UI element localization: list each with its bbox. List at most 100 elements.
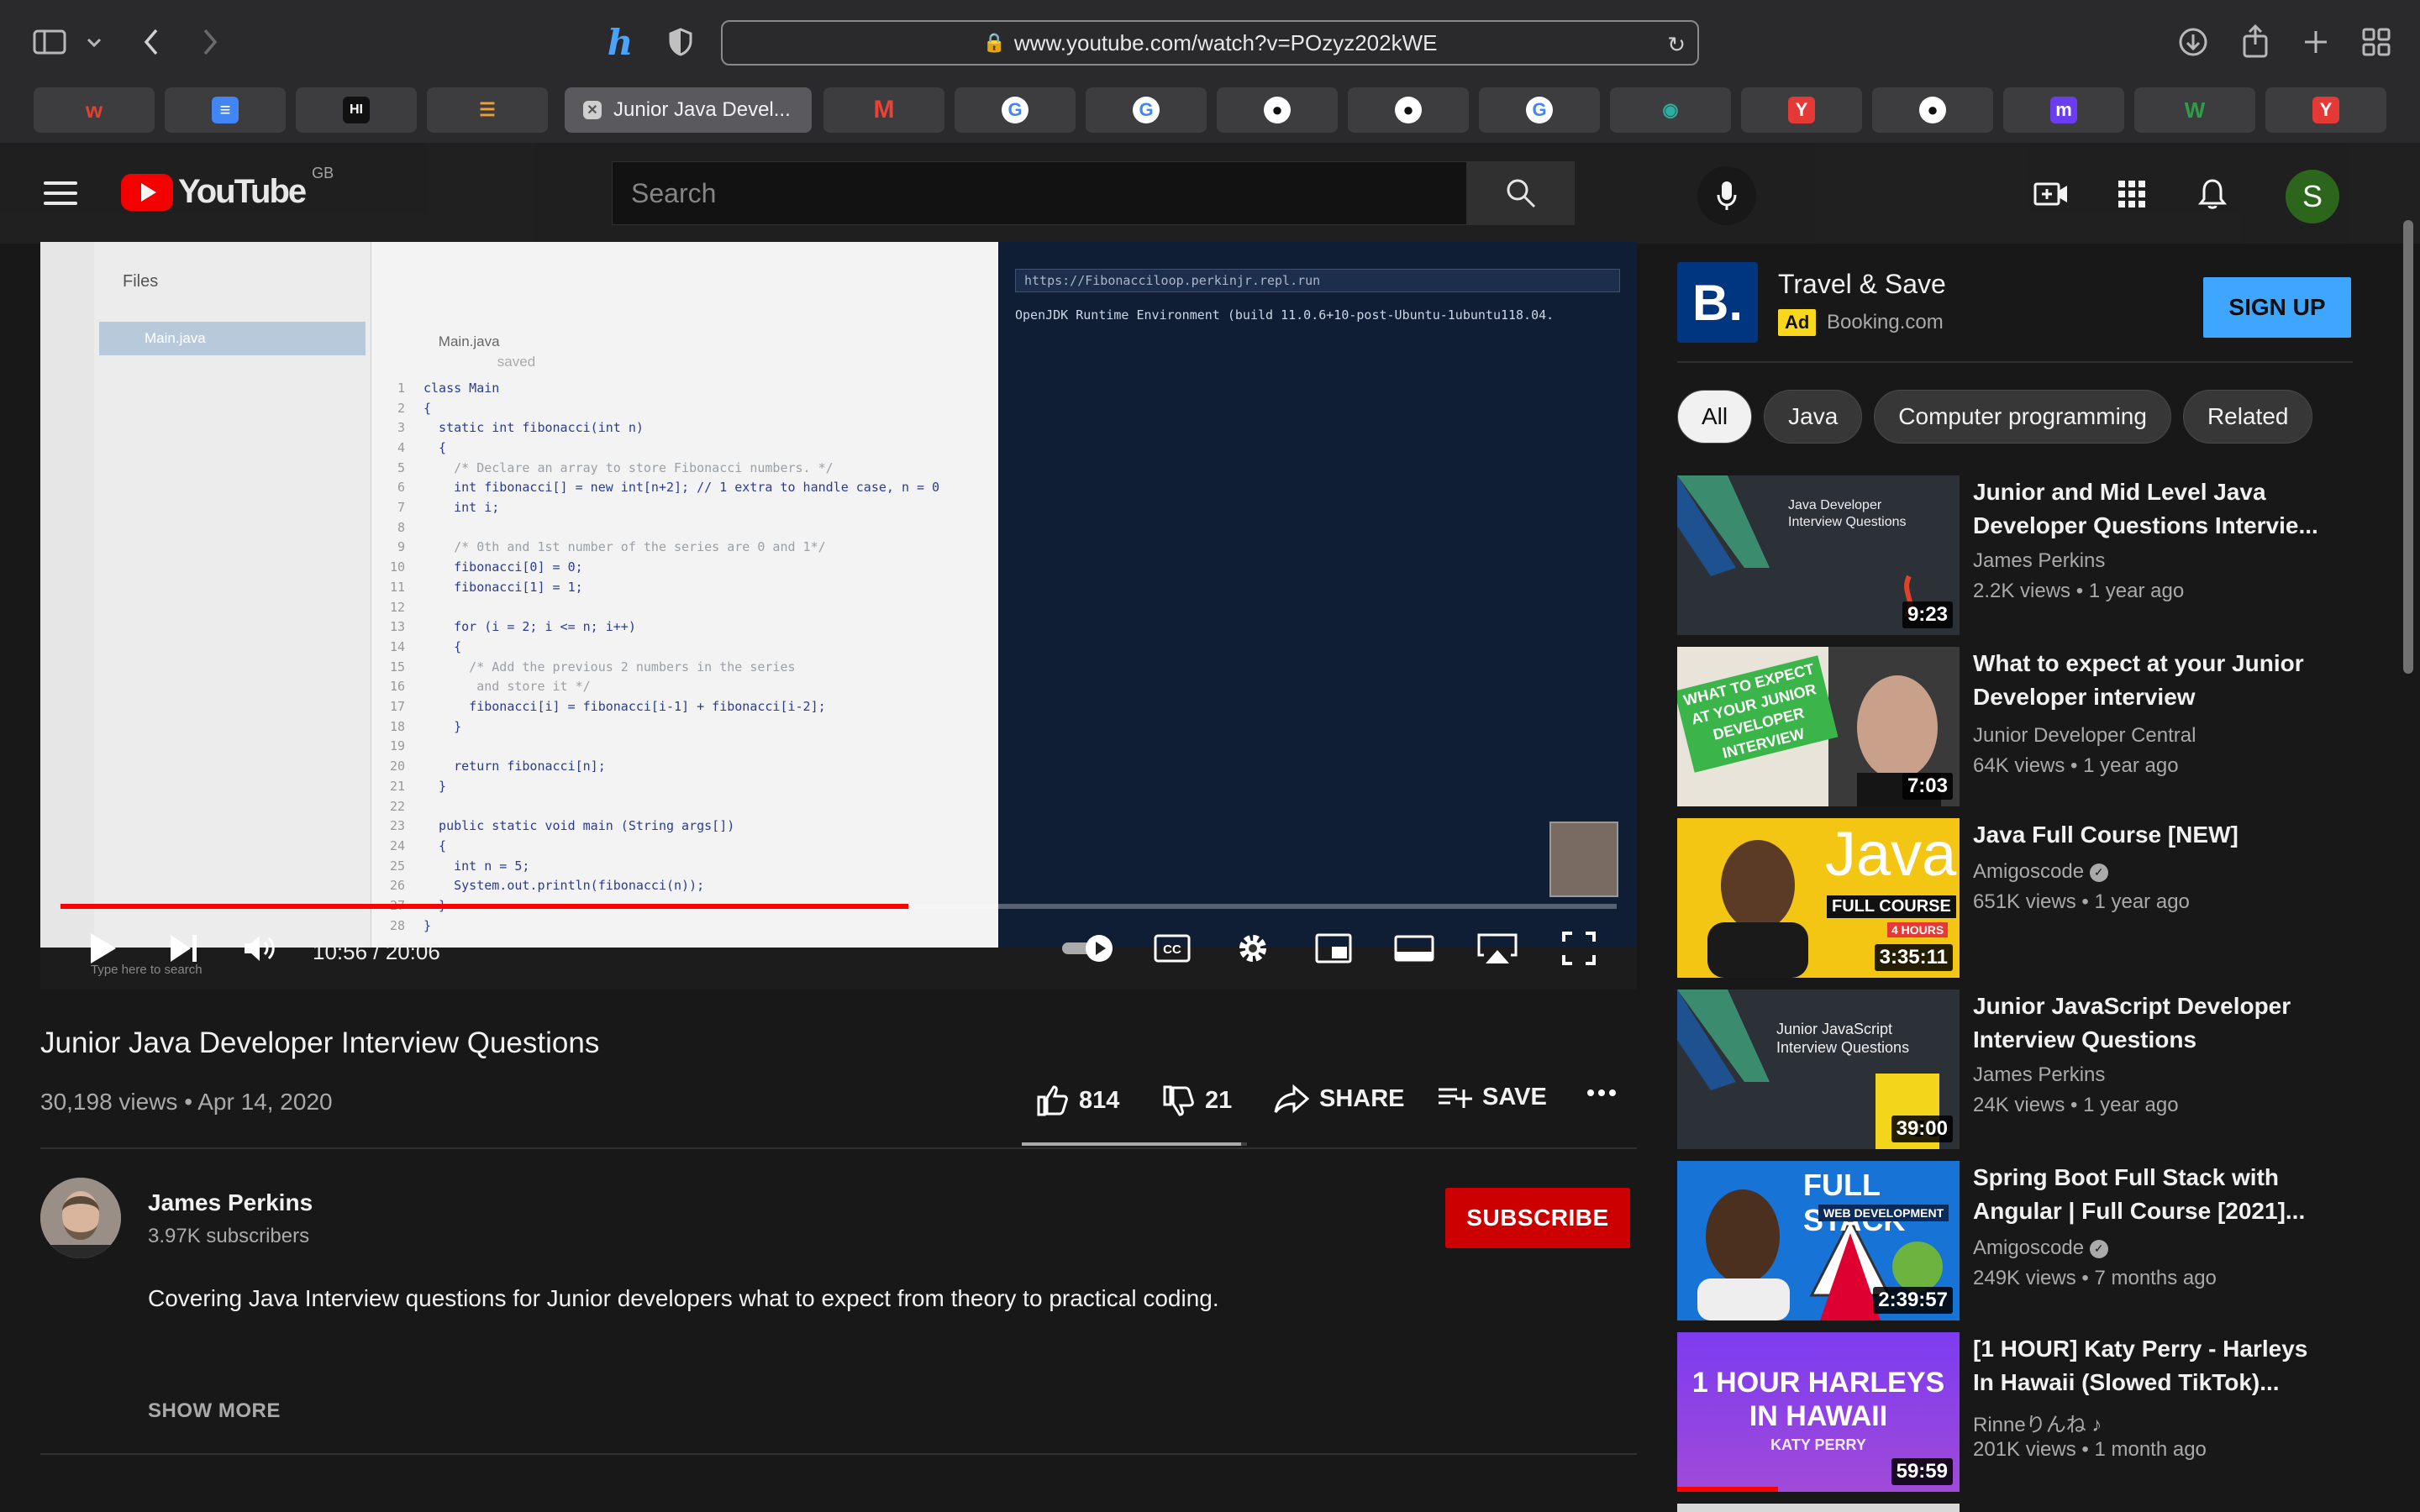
youtube-logo[interactable]: YouTube GB — [121, 165, 334, 211]
next-thumbnail-partial — [1677, 1504, 1960, 1512]
like-button[interactable]: 814 — [1035, 1084, 1119, 1117]
recommended-video[interactable]: Java Developer Interview Questions 9:23 … — [1677, 475, 2353, 635]
video-thumbnail[interactable]: Java FULL COURSE 4 HOURS 3:35:11 — [1677, 818, 1960, 978]
video-thumbnail[interactable]: Junior JavaScript Interview Questions JS… — [1677, 990, 1960, 1149]
voice-search-button[interactable] — [1697, 166, 1756, 225]
close-tab-icon[interactable]: ✕ — [583, 101, 602, 119]
recommended-video[interactable]: 1 HOUR HARLEYS IN HAWAII KATY PERRY 59:5… — [1677, 1332, 2353, 1492]
search-input[interactable] — [613, 162, 1466, 224]
tab-sol[interactable]: ☰ — [427, 87, 548, 133]
tab-github-1[interactable]: ● — [1217, 87, 1338, 133]
w-favicon-icon: w — [85, 97, 103, 123]
settings-button[interactable] — [1232, 927, 1274, 969]
region-label: GB — [312, 165, 334, 181]
video-title[interactable]: Junior JavaScript Developer Interview Qu… — [1973, 990, 2326, 1057]
tab-m[interactable]: m — [2003, 87, 2124, 133]
thumbnail-text: Java — [1825, 819, 1957, 889]
sidebar-toggle-icon[interactable] — [32, 25, 67, 59]
privacy-shield-icon[interactable] — [664, 25, 697, 59]
channel-name[interactable]: James Perkins — [1973, 1063, 2105, 1087]
channel-name[interactable]: Junior Developer Central — [1973, 724, 2196, 748]
video-player[interactable]: Files Main.java Main.java saved 1 class M… — [40, 242, 1637, 990]
chip-java[interactable]: Java — [1764, 390, 1863, 444]
tab-gh[interactable]: ● — [1872, 87, 1993, 133]
progress-bar[interactable] — [60, 904, 1617, 909]
dislike-button[interactable]: 21 — [1161, 1084, 1232, 1117]
tab-w[interactable]: w — [34, 87, 155, 133]
show-more-button[interactable]: SHOW MORE — [148, 1399, 281, 1423]
extension-h-icon[interactable]: h — [602, 22, 639, 63]
more-actions-button[interactable] — [1586, 1089, 1617, 1097]
notifications-bell-icon[interactable] — [2191, 173, 2233, 215]
channel-name[interactable]: Rinneりんね ♪ — [1973, 1408, 2102, 1437]
tab-w3[interactable]: W — [2134, 87, 2255, 133]
apps-grid-icon[interactable] — [2111, 173, 2153, 215]
search-button[interactable] — [1466, 162, 1574, 224]
tab-google-2[interactable]: G — [1086, 87, 1207, 133]
tab-y-1[interactable]: Y — [1741, 87, 1862, 133]
channel-name[interactable]: James Perkins — [148, 1189, 313, 1216]
sign-up-button[interactable]: SIGN UP — [2203, 277, 2351, 338]
recommended-video[interactable]: FULL STACK WEB DEVELOPMENT 2:39:57 Sprin… — [1677, 1161, 2353, 1320]
recommended-video[interactable]: WHAT TO EXPECT AT YOUR JUNIOR DEVELOPER … — [1677, 647, 2353, 806]
reload-icon[interactable]: ↻ — [1667, 32, 1686, 58]
tab-overview-icon[interactable] — [2358, 24, 2395, 60]
channel-avatar[interactable] — [40, 1178, 121, 1258]
back-icon[interactable] — [134, 25, 168, 59]
next-button[interactable] — [163, 927, 205, 969]
chevron-down-icon[interactable] — [84, 30, 104, 55]
forward-icon[interactable] — [193, 25, 227, 59]
scrollbar-thumb[interactable] — [2403, 220, 2413, 674]
chip-related[interactable]: Related — [2182, 390, 2313, 444]
tab-google-1[interactable]: G — [955, 87, 1076, 133]
divider — [40, 1453, 1637, 1455]
captions-button[interactable]: CC — [1151, 927, 1193, 969]
verified-icon: ✓ — [2089, 863, 2108, 882]
volume-button[interactable] — [239, 927, 281, 969]
channel-name[interactable]: Amigoscode — [1973, 1236, 2084, 1259]
share-icon[interactable] — [2237, 22, 2274, 60]
tab-github-2[interactable]: ● — [1348, 87, 1469, 133]
video-thumbnail[interactable]: WHAT TO EXPECT AT YOUR JUNIOR DEVELOPER … — [1677, 647, 1960, 806]
chip-all[interactable]: All — [1677, 390, 1753, 444]
play-icon — [91, 933, 116, 963]
tab-y-2[interactable]: Y — [2265, 87, 2386, 133]
ad-domain: Booking.com — [1827, 311, 1944, 333]
video-title[interactable]: Junior and Mid Level Java Developer Ques… — [1973, 475, 2326, 543]
video-title[interactable]: [1 HOUR] Katy Perry - Harleys In Hawaii … — [1973, 1332, 2326, 1399]
tab-active-youtube[interactable]: ✕ Junior Java Devel... — [565, 87, 812, 133]
play-button[interactable] — [82, 927, 124, 969]
video-title[interactable]: Spring Boot Full Stack with Angular | Fu… — [1973, 1161, 2326, 1228]
tab-hi[interactable]: HI — [296, 87, 417, 133]
browser-toolbar: h 🔒 www.youtube.com/watch?v=POzyz202kWE … — [0, 0, 2420, 143]
tab-docs[interactable]: ≡ — [165, 87, 286, 133]
video-thumbnail[interactable]: Java Developer Interview Questions 9:23 — [1677, 475, 1960, 635]
channel-name[interactable]: Amigoscode — [1973, 860, 2084, 883]
channel-name[interactable]: James Perkins — [1973, 549, 2105, 573]
account-avatar[interactable]: S — [2286, 170, 2339, 223]
share-button[interactable]: SHARE — [1274, 1084, 1405, 1114]
video-thumbnail[interactable]: 1 HOUR HARLEYS IN HAWAII KATY PERRY 59:5… — [1677, 1332, 1960, 1492]
miniplayer-button[interactable] — [1313, 927, 1355, 969]
ad-card[interactable]: B. Travel & Save Ad Booking.com SIGN UP — [1677, 254, 2353, 353]
chip-computer-programming[interactable]: Computer programming — [1874, 390, 2171, 444]
video-thumbnail[interactable]: FULL STACK WEB DEVELOPMENT 2:39:57 — [1677, 1161, 1960, 1320]
airplay-button[interactable] — [1474, 927, 1521, 969]
new-tab-icon[interactable] — [2297, 24, 2334, 60]
save-button[interactable]: SAVE — [1437, 1084, 1547, 1111]
address-bar[interactable]: 🔒 www.youtube.com/watch?v=POzyz202kWE ↻ — [721, 20, 1699, 66]
menu-icon[interactable] — [44, 181, 77, 205]
create-video-icon[interactable] — [2030, 173, 2072, 215]
fullscreen-button[interactable] — [1558, 927, 1600, 969]
autoplay-toggle[interactable] — [1059, 927, 1118, 969]
theater-mode-button[interactable] — [1393, 927, 1435, 969]
video-title[interactable]: What to expect at your Junior Developer … — [1973, 647, 2326, 714]
tab-eye[interactable]: ◉ — [1610, 87, 1731, 133]
tab-google-3[interactable]: G — [1479, 87, 1600, 133]
downloads-icon[interactable] — [2175, 24, 2212, 60]
tab-gmail[interactable]: M — [823, 87, 944, 133]
recommended-video[interactable]: Junior JavaScript Interview Questions JS… — [1677, 990, 2353, 1149]
video-title[interactable]: Java Full Course [NEW] — [1973, 818, 2326, 852]
recommended-video[interactable]: Java FULL COURSE 4 HOURS 3:35:11 Java Fu… — [1677, 818, 2353, 978]
subscribe-button[interactable]: SUBSCRIBE — [1445, 1188, 1630, 1248]
